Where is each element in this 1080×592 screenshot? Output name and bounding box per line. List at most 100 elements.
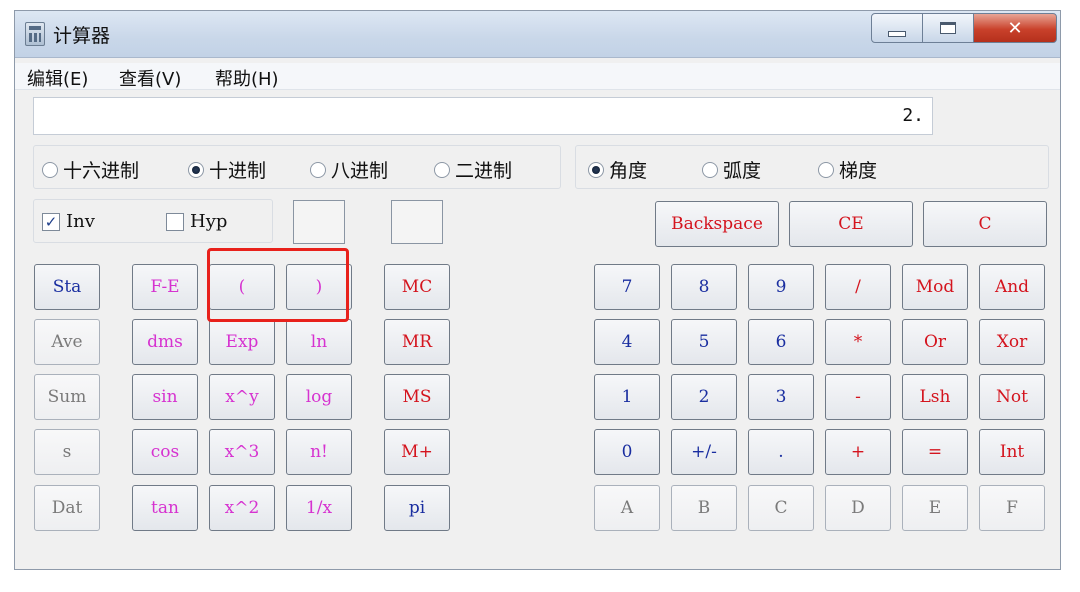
check-icon[interactable]: ✓	[42, 212, 60, 231]
hex-e-button[interactable]: E	[902, 485, 968, 531]
negate-button[interactable]: +/-	[671, 429, 737, 475]
checkbox-inv[interactable]: ✓ Inv	[42, 211, 95, 232]
radio-oct[interactable]: 八进制	[310, 156, 388, 183]
checkbox-hyp-box[interactable]	[166, 212, 184, 231]
menu-bar: 编辑(E) 查看(V) 帮助(H)	[15, 63, 1060, 90]
stat-button-s[interactable]: s	[34, 429, 100, 475]
function-button-log[interactable]: log	[286, 374, 352, 420]
radio-radians[interactable]: 弧度	[702, 156, 761, 183]
open-paren-button[interactable]: (	[209, 264, 275, 310]
title-bar[interactable]: 计算器 ✕	[15, 11, 1060, 58]
or-button[interactable]: Or	[902, 319, 968, 365]
divide-button[interactable]: /	[825, 264, 891, 310]
radio-degrees-button[interactable]	[588, 161, 604, 178]
radio-bin-label: 二进制	[455, 160, 513, 182]
function-button-dms[interactable]: dms	[132, 319, 198, 365]
digit-8-button[interactable]: 8	[671, 264, 737, 310]
function-button-x-cubed[interactable]: x^3	[209, 429, 275, 475]
lsh-button[interactable]: Lsh	[902, 374, 968, 420]
stat-button-sum[interactable]: Sum	[34, 374, 100, 420]
digit-7-button[interactable]: 7	[594, 264, 660, 310]
minimize-button[interactable]	[871, 13, 923, 43]
radio-hex[interactable]: 十六进制	[42, 156, 139, 183]
function-button-x-pow-y[interactable]: x^y	[209, 374, 275, 420]
memory-add-button[interactable]: M+	[384, 429, 450, 475]
checkbox-inv-label: Inv	[66, 211, 95, 232]
function-button-sin[interactable]: sin	[132, 374, 198, 420]
hex-d-button[interactable]: D	[825, 485, 891, 531]
menu-help[interactable]: 帮助(H)	[215, 65, 279, 91]
backspace-button[interactable]: Backspace	[655, 201, 779, 247]
function-button-ln[interactable]: ln	[286, 319, 352, 365]
hex-a-button[interactable]: A	[594, 485, 660, 531]
clear-button[interactable]: C	[923, 201, 1047, 247]
clear-entry-button[interactable]: CE	[789, 201, 913, 247]
radio-degrees[interactable]: 角度	[588, 156, 647, 183]
menu-edit[interactable]: 编辑(E)	[27, 65, 88, 91]
minimize-icon	[888, 31, 906, 37]
memory-clear-button[interactable]: MC	[384, 264, 450, 310]
stat-button-dat[interactable]: Dat	[34, 485, 100, 531]
hex-b-button[interactable]: B	[671, 485, 737, 531]
multiply-button[interactable]: *	[825, 319, 891, 365]
radio-degrees-label: 角度	[609, 160, 648, 182]
radio-dec[interactable]: 十进制	[188, 156, 266, 183]
function-button-exp[interactable]: Exp	[209, 319, 275, 365]
inv-hyp-group: ✓ Inv Hyp	[33, 199, 273, 243]
radio-dec-button[interactable]	[188, 161, 204, 178]
decimal-point-button[interactable]: .	[748, 429, 814, 475]
radio-oct-label: 八进制	[331, 160, 389, 182]
close-icon: ✕	[1007, 17, 1023, 39]
digit-6-button[interactable]: 6	[748, 319, 814, 365]
radio-hex-label: 十六进制	[63, 160, 140, 182]
add-button[interactable]: +	[825, 429, 891, 475]
equals-button[interactable]: =	[902, 429, 968, 475]
radio-bin[interactable]: 二进制	[434, 156, 512, 183]
stat-button-ave[interactable]: Ave	[34, 319, 100, 365]
radio-radians-label: 弧度	[723, 160, 762, 182]
digit-2-button[interactable]: 2	[671, 374, 737, 420]
radio-bin-button[interactable]	[434, 161, 450, 178]
digit-9-button[interactable]: 9	[748, 264, 814, 310]
hex-f-button[interactable]: F	[979, 485, 1045, 531]
function-button-reciprocal[interactable]: 1/x	[286, 485, 352, 531]
pi-button[interactable]: pi	[384, 485, 450, 531]
radio-oct-button[interactable]	[310, 161, 326, 178]
mod-button[interactable]: Mod	[902, 264, 968, 310]
function-button-cos[interactable]: cos	[132, 429, 198, 475]
menu-view[interactable]: 查看(V)	[119, 65, 181, 91]
radio-radians-button[interactable]	[702, 161, 718, 178]
digit-3-button[interactable]: 3	[748, 374, 814, 420]
radio-gradians-button[interactable]	[818, 161, 834, 178]
function-button-x-squared[interactable]: x^2	[209, 485, 275, 531]
subtract-button[interactable]: -	[825, 374, 891, 420]
and-button[interactable]: And	[979, 264, 1045, 310]
calculator-window: 计算器 ✕ 编辑(E) 查看(V) 帮助(H) 2. 十六进制 十进制 八进制 …	[14, 10, 1061, 570]
hex-c-button[interactable]: C	[748, 485, 814, 531]
function-button-tan[interactable]: tan	[132, 485, 198, 531]
radio-gradians-label: 梯度	[839, 160, 878, 182]
digit-1-button[interactable]: 1	[594, 374, 660, 420]
digit-0-button[interactable]: 0	[594, 429, 660, 475]
digit-5-button[interactable]: 5	[671, 319, 737, 365]
stat-button-sta[interactable]: Sta	[34, 264, 100, 310]
digit-4-button[interactable]: 4	[594, 319, 660, 365]
window-title: 计算器	[53, 25, 111, 47]
maximize-button[interactable]	[922, 13, 974, 43]
memory-indicator	[391, 200, 443, 244]
function-button-f-e[interactable]: F-E	[132, 264, 198, 310]
xor-button[interactable]: Xor	[979, 319, 1045, 365]
radio-gradians[interactable]: 梯度	[818, 156, 877, 183]
memory-recall-button[interactable]: MR	[384, 319, 450, 365]
number-base-group: 十六进制 十进制 八进制 二进制	[33, 145, 561, 189]
angle-unit-group: 角度 弧度 梯度	[575, 145, 1049, 189]
calculator-icon	[25, 22, 45, 46]
int-button[interactable]: Int	[979, 429, 1045, 475]
function-button-factorial[interactable]: n!	[286, 429, 352, 475]
radio-hex-button[interactable]	[42, 161, 58, 178]
not-button[interactable]: Not	[979, 374, 1045, 420]
checkbox-hyp[interactable]: Hyp	[166, 211, 227, 232]
close-paren-button[interactable]: )	[286, 264, 352, 310]
memory-store-button[interactable]: MS	[384, 374, 450, 420]
close-button[interactable]: ✕	[973, 13, 1057, 43]
